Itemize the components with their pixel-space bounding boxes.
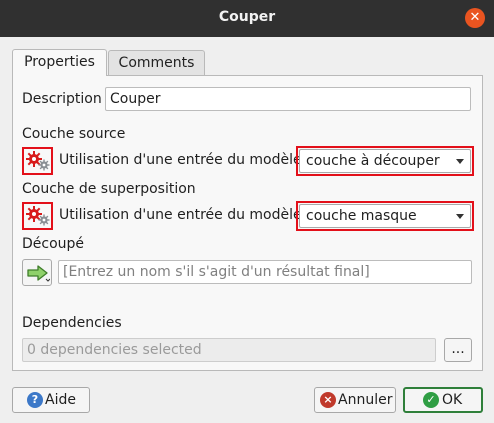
ok-button[interactable]: ✓ OK: [403, 387, 483, 413]
output-name-input[interactable]: [Entrez un nom s'il s'agit d'un résultat…: [58, 260, 472, 284]
overlay-layer-selected: couche masque: [306, 208, 417, 224]
description-input[interactable]: Couper: [105, 87, 471, 111]
tab-properties[interactable]: Properties: [12, 49, 107, 76]
source-layer-label: Couche source: [22, 126, 126, 142]
source-layer-selected: couche à découper: [306, 153, 440, 169]
cancel-button[interactable]: × Annuler: [314, 387, 396, 413]
dependencies-field: 0 dependencies selected: [22, 338, 436, 362]
cancel-label: Annuler: [338, 392, 393, 408]
close-button[interactable]: ✕: [465, 8, 485, 28]
overlay-layer-select[interactable]: couche masque: [299, 204, 471, 228]
source-input-type-button[interactable]: [22, 147, 53, 175]
overlay-input-label: Utilisation d'une entrée du modèle: [59, 207, 302, 223]
chevron-down-icon: [456, 214, 464, 219]
source-input-label: Utilisation d'une entrée du modèle: [59, 152, 302, 168]
source-layer-select[interactable]: couche à découper: [299, 149, 471, 173]
ok-icon: ✓: [423, 392, 439, 408]
output-label: Découpé: [22, 236, 85, 252]
output-options-button[interactable]: [22, 259, 52, 286]
tab-comments[interactable]: Comments: [108, 50, 205, 75]
overlay-input-type-button[interactable]: [22, 202, 53, 230]
close-icon: ✕: [469, 10, 481, 25]
ok-label: OK: [442, 392, 463, 408]
model-input-gears-icon: [26, 206, 50, 226]
model-input-gears-icon: [26, 151, 50, 171]
title-bar: Couper ✕: [0, 0, 494, 37]
window-title: Couper: [218, 9, 276, 25]
dependencies-browse-button[interactable]: ...: [444, 338, 472, 362]
description-label: Description: [22, 91, 102, 107]
chevron-down-icon: [456, 159, 464, 164]
dependencies-label: Dependencies: [22, 315, 122, 331]
cancel-icon: ×: [320, 392, 336, 408]
help-icon: ?: [27, 392, 43, 408]
overlay-layer-label: Couche de superposition: [22, 181, 196, 197]
help-button[interactable]: ? Aide: [12, 387, 90, 413]
output-arrow-icon: [27, 265, 50, 282]
help-label: Aide: [45, 392, 76, 408]
